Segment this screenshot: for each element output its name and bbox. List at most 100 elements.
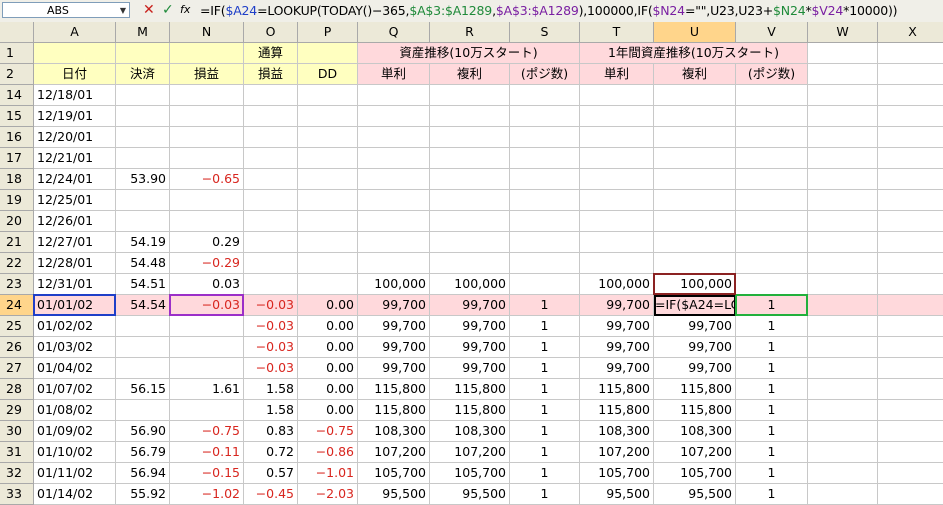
cell-m32[interactable]: 56.94 (116, 463, 170, 484)
header1-cell-n[interactable] (170, 43, 244, 64)
cell-v15[interactable] (736, 106, 808, 127)
cell-p24[interactable]: 0.00 (298, 295, 358, 316)
column-header-u[interactable]: U (654, 22, 736, 43)
row-header[interactable]: 17 (0, 148, 34, 169)
name-box[interactable]: ABS ▼ (2, 2, 130, 18)
cell-n26[interactable] (170, 337, 244, 358)
cell-o26[interactable]: −0.03 (244, 337, 298, 358)
cell-n17[interactable] (170, 148, 244, 169)
cell-v23[interactable] (736, 274, 808, 295)
cell-o21[interactable] (244, 232, 298, 253)
cell-t21[interactable] (580, 232, 654, 253)
cell-n19[interactable] (170, 190, 244, 211)
cell-u16[interactable] (654, 127, 736, 148)
cell-m23[interactable]: 54.51 (116, 274, 170, 295)
column-header-m[interactable]: M (116, 22, 170, 43)
cell-s20[interactable] (510, 211, 580, 232)
cell-s32[interactable]: 1 (510, 463, 580, 484)
cell-w21[interactable] (808, 232, 878, 253)
row-header[interactable]: 29 (0, 400, 34, 421)
cell-s31[interactable]: 1 (510, 442, 580, 463)
cell-p29[interactable]: 0.00 (298, 400, 358, 421)
column-header-w[interactable]: W (808, 22, 878, 43)
fx-icon[interactable]: fx (180, 2, 190, 18)
cell-r22[interactable] (430, 253, 510, 274)
column-header-t[interactable]: T (580, 22, 654, 43)
cell-w31[interactable] (808, 442, 878, 463)
cell-r27[interactable]: 99,700 (430, 358, 510, 379)
cell-x32[interactable] (878, 463, 943, 484)
cell-m30[interactable]: 56.90 (116, 421, 170, 442)
cell-w23[interactable] (808, 274, 878, 295)
cell-a22[interactable]: 12/28/01 (34, 253, 116, 274)
cell-w20[interactable] (808, 211, 878, 232)
cell-m20[interactable] (116, 211, 170, 232)
cell-s27[interactable]: 1 (510, 358, 580, 379)
row-header[interactable]: 32 (0, 463, 34, 484)
cell-w25[interactable] (808, 316, 878, 337)
cell-r19[interactable] (430, 190, 510, 211)
cell-t15[interactable] (580, 106, 654, 127)
cell-a27[interactable]: 01/04/02 (34, 358, 116, 379)
cell-v30[interactable]: 1 (736, 421, 808, 442)
cell-s22[interactable] (510, 253, 580, 274)
cell-o30[interactable]: 0.83 (244, 421, 298, 442)
cell-p27[interactable]: 0.00 (298, 358, 358, 379)
cell-s26[interactable]: 1 (510, 337, 580, 358)
cell-o28[interactable]: 1.58 (244, 379, 298, 400)
header2-cell-w[interactable] (808, 64, 878, 85)
cell-q17[interactable] (358, 148, 430, 169)
column-header-n[interactable]: N (170, 22, 244, 43)
cell-q16[interactable] (358, 127, 430, 148)
cell-u21[interactable] (654, 232, 736, 253)
cell-r25[interactable]: 99,700 (430, 316, 510, 337)
cell-t29[interactable]: 115,800 (580, 400, 654, 421)
cell-v25[interactable]: 1 (736, 316, 808, 337)
cell-x20[interactable] (878, 211, 943, 232)
cell-t19[interactable] (580, 190, 654, 211)
cell-a31[interactable]: 01/10/02 (34, 442, 116, 463)
cell-v28[interactable]: 1 (736, 379, 808, 400)
cell-w14[interactable] (808, 85, 878, 106)
cell-v20[interactable] (736, 211, 808, 232)
cell-m18[interactable]: 53.90 (116, 169, 170, 190)
column-header-s[interactable]: S (510, 22, 580, 43)
cell-w16[interactable] (808, 127, 878, 148)
cell-a30[interactable]: 01/09/02 (34, 421, 116, 442)
cell-m22[interactable]: 54.48 (116, 253, 170, 274)
cell-p19[interactable] (298, 190, 358, 211)
column-header-r[interactable]: R (430, 22, 510, 43)
cell-w33[interactable] (808, 484, 878, 505)
header2-cell-r[interactable]: 複利 (430, 64, 510, 85)
cell-t30[interactable]: 108,300 (580, 421, 654, 442)
row-header[interactable]: 31 (0, 442, 34, 463)
cell-n32[interactable]: −0.15 (170, 463, 244, 484)
cell-o33[interactable]: −0.45 (244, 484, 298, 505)
cell-m16[interactable] (116, 127, 170, 148)
cell-p22[interactable] (298, 253, 358, 274)
cell-a21[interactable]: 12/27/01 (34, 232, 116, 253)
cell-o29[interactable]: 1.58 (244, 400, 298, 421)
cell-t22[interactable] (580, 253, 654, 274)
cell-m31[interactable]: 56.79 (116, 442, 170, 463)
cell-o17[interactable] (244, 148, 298, 169)
cell-t32[interactable]: 105,700 (580, 463, 654, 484)
cell-v17[interactable] (736, 148, 808, 169)
header1-cell-w[interactable] (808, 43, 878, 64)
cell-s30[interactable]: 1 (510, 421, 580, 442)
cell-n25[interactable] (170, 316, 244, 337)
cell-u24[interactable]: =IF($A24=LO (654, 295, 736, 316)
cell-s29[interactable]: 1 (510, 400, 580, 421)
cell-o23[interactable] (244, 274, 298, 295)
cell-a33[interactable]: 01/14/02 (34, 484, 116, 505)
cell-m26[interactable] (116, 337, 170, 358)
row-header[interactable]: 22 (0, 253, 34, 274)
cell-v32[interactable]: 1 (736, 463, 808, 484)
cell-p30[interactable]: −0.75 (298, 421, 358, 442)
cell-o14[interactable] (244, 85, 298, 106)
cell-m29[interactable] (116, 400, 170, 421)
cell-x26[interactable] (878, 337, 943, 358)
cell-n28[interactable]: 1.61 (170, 379, 244, 400)
cell-r29[interactable]: 115,800 (430, 400, 510, 421)
cell-a32[interactable]: 01/11/02 (34, 463, 116, 484)
